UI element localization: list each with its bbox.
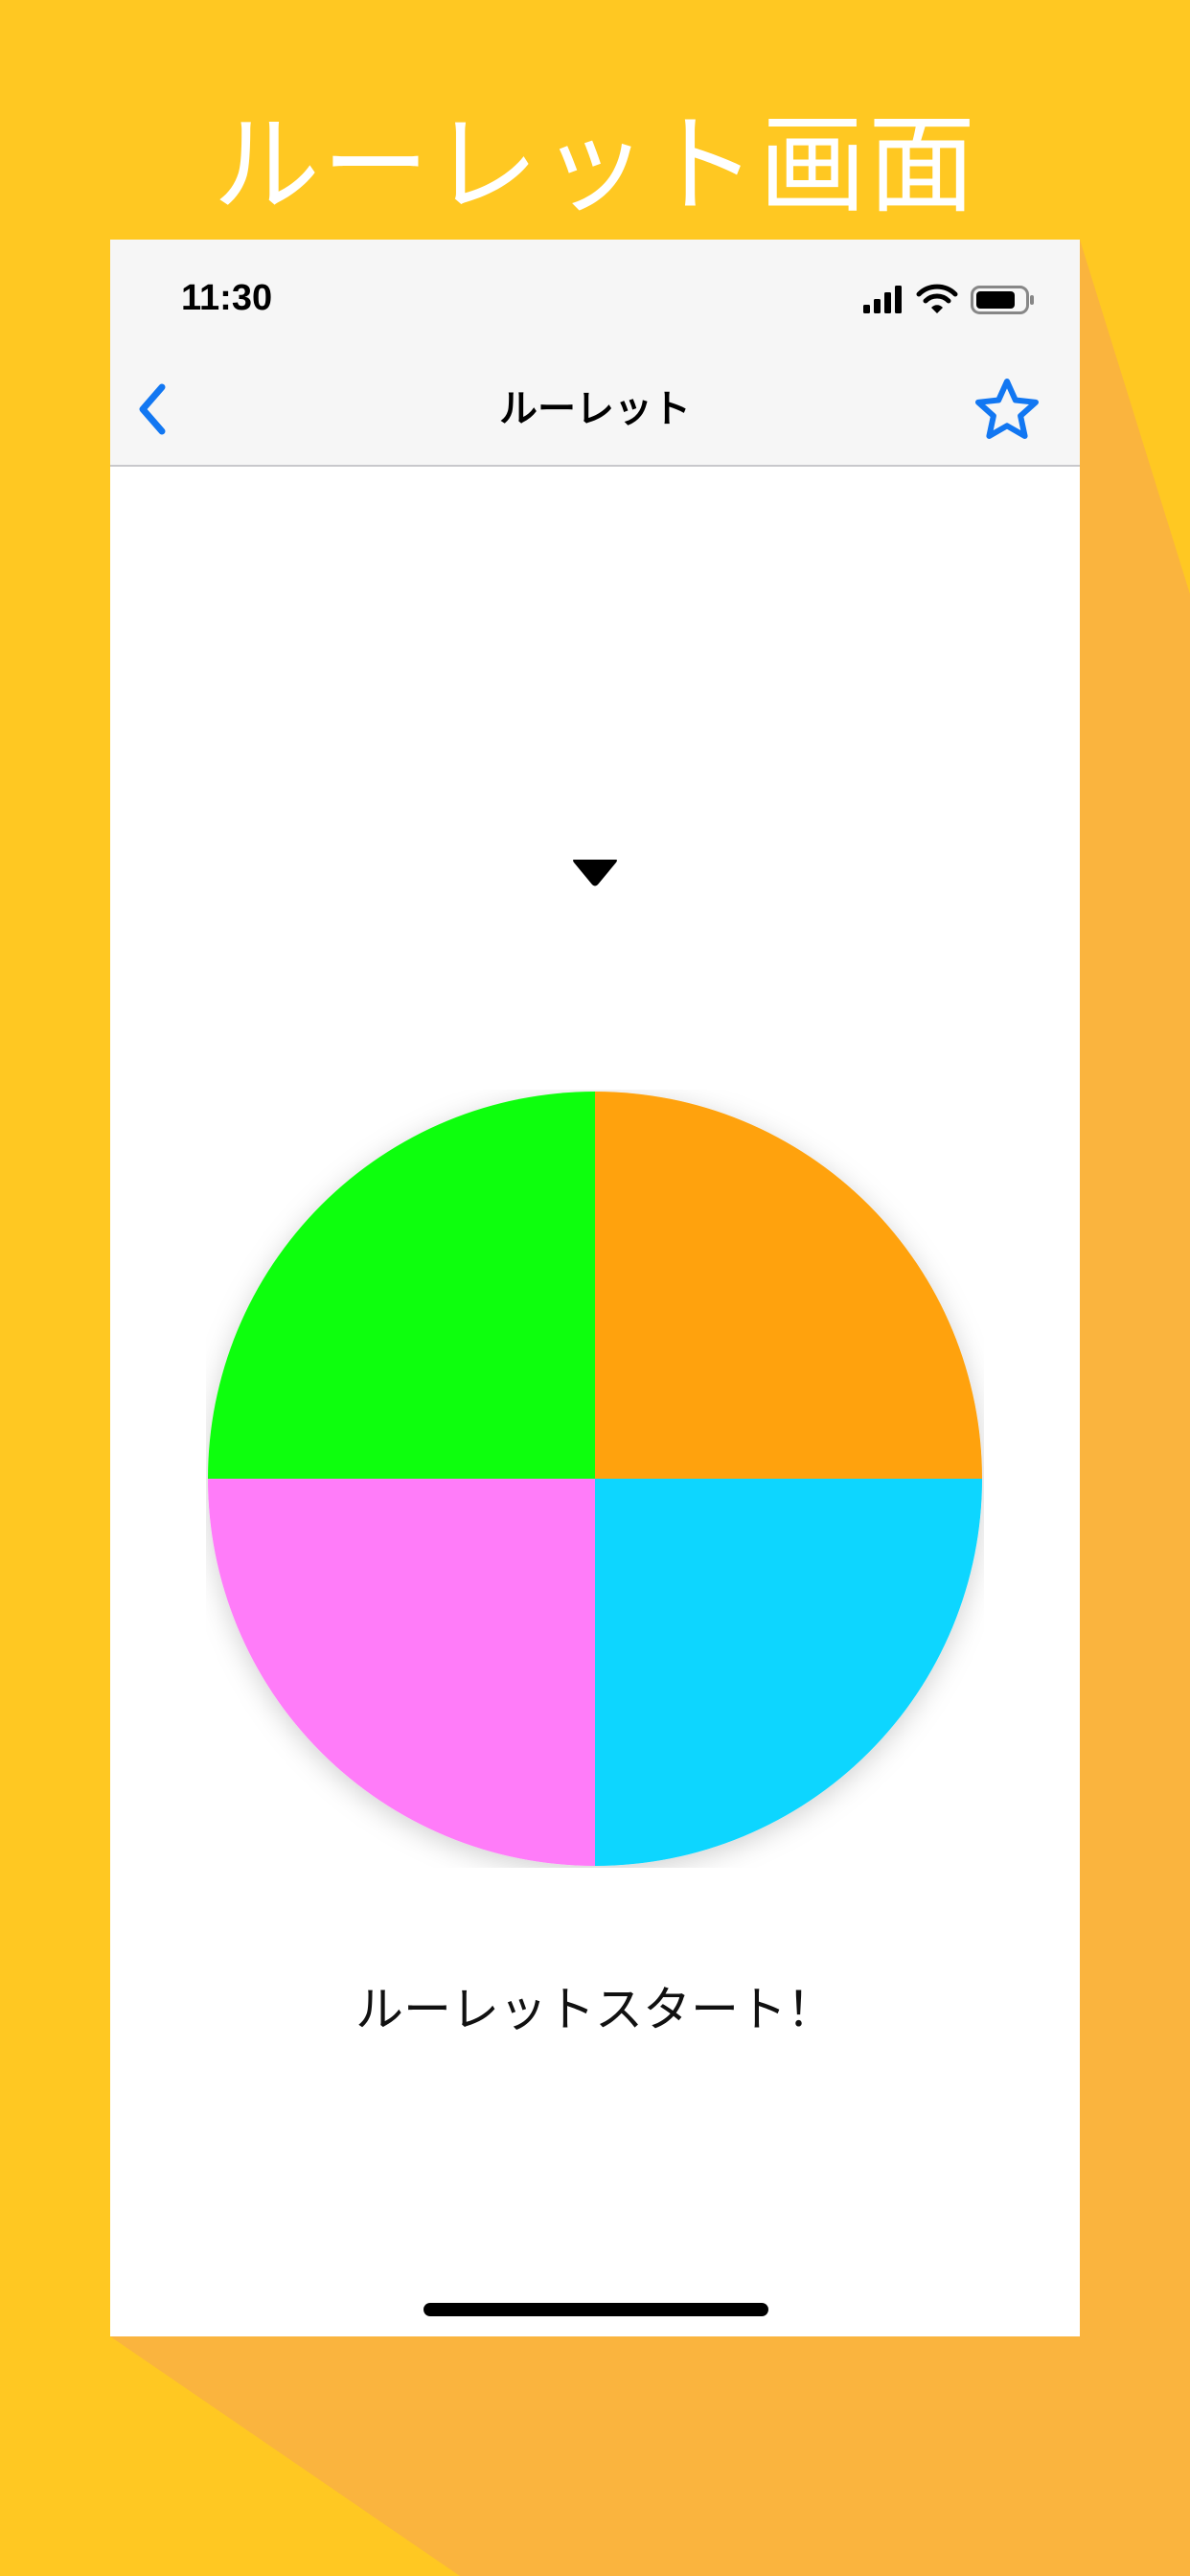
nav-title: ルーレット [499,387,691,431]
chevron-left-icon [139,383,166,435]
roulette-segment-2 [595,1479,982,1866]
status-icons [863,280,1045,318]
wifi-icon [916,284,958,313]
roulette-segment-3 [208,1479,595,1866]
roulette-segment-4 [208,1092,595,1479]
roulette-segment-1 [595,1092,982,1479]
promo-title: ルーレット画面 [213,104,977,228]
back-button[interactable] [129,376,187,443]
home-indicator [423,2303,768,2316]
main-content: ルーレットスタート！ [110,467,1080,2336]
status-bar: 11:30 [110,240,1080,355]
roulette-wheel-graphic [208,1092,982,1866]
start-roulette-button[interactable]: ルーレットスタート！ [110,1971,1080,2040]
star-outline-icon [975,379,1039,439]
battery-icon [971,286,1034,314]
phone-screen: 11:30 ルーレット ルーレットスタート！ [110,240,1080,2336]
signal-icon [863,286,902,313]
wheel-pointer [571,858,619,888]
favorite-button[interactable] [973,376,1041,445]
navigation-bar: ルーレット [110,355,1080,467]
roulette-wheel[interactable] [206,1090,984,1868]
status-time: 11:30 [181,278,273,318]
